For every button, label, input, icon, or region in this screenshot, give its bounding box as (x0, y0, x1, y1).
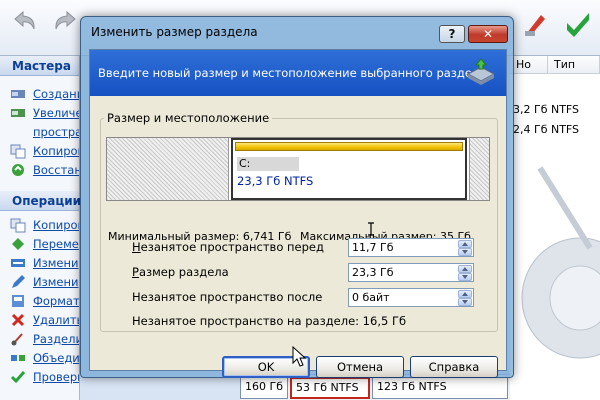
cancel-button[interactable]: Отмена (316, 356, 404, 378)
sidebar-item-label: Увеличе (33, 105, 79, 120)
disk-icon (10, 86, 26, 102)
partition-map: C: 23,3 Гб NTFS (106, 137, 490, 201)
drive-letter: C: (239, 157, 251, 170)
sidebar-item-label: простра (33, 124, 79, 139)
sidebar-item-label: Измени (33, 255, 79, 270)
format-icon (10, 293, 26, 309)
sidebar-item-op-move[interactable]: Переме (0, 234, 79, 253)
sidebar-item-label: Копиров (33, 217, 79, 232)
free-before-stepper[interactable]: 11,7 Гб (348, 238, 474, 257)
sidebar-item-op-split[interactable]: Раздели (0, 329, 79, 348)
partition-block[interactable]: C: 23,3 Гб NTFS (231, 138, 467, 200)
split-icon (10, 331, 26, 347)
list-header: Но Тип (510, 56, 600, 74)
cancel-label: Отмена (336, 360, 384, 374)
restore-icon (10, 162, 26, 178)
sidebar-item-label: Формат (33, 293, 79, 308)
spin-down-button[interactable] (458, 273, 472, 281)
sidebar-item-label: Копиров (33, 143, 79, 158)
free-after-value[interactable]: 0 байт (352, 291, 390, 304)
apply-icon[interactable] (558, 4, 598, 44)
undo-icon[interactable] (4, 4, 44, 44)
list-col-header[interactable]: Тип (548, 56, 600, 73)
usage-bar (235, 142, 463, 151)
partition-size-fs: 23,3 Гб NTFS (237, 174, 314, 188)
free-after-label: Незанятое пространство после (132, 290, 323, 304)
check-icon (10, 369, 26, 385)
sidebar-item-extend[interactable]: Увеличе (0, 103, 79, 122)
partition-size-label: Размер раздела (132, 265, 229, 279)
free-after-stepper[interactable]: 0 байт (348, 288, 474, 307)
unallocated-after (469, 138, 489, 200)
dialog-title: Изменить размер раздела (91, 25, 258, 39)
ok-label: OK (257, 360, 275, 374)
spin-down-button[interactable] (458, 248, 472, 256)
free-before-value[interactable]: 11,7 Гб (352, 241, 393, 254)
header-instruction: Введите новый размер и местоположение вы… (98, 66, 490, 80)
edit-icon (10, 274, 26, 290)
disk-cell-selected[interactable]: 53 Гб NTFS (290, 377, 370, 399)
merge-icon (10, 350, 26, 366)
sidebar-item-label: Восстан (33, 162, 79, 177)
list-item[interactable]: 3,2 Гб NTFS (510, 100, 600, 120)
sidebar-item-op-resize[interactable]: Измени (0, 253, 79, 272)
sidebar-section-operations-title: Операции (0, 191, 81, 211)
dialog-body: Введите новый размер и местоположение вы… (89, 49, 507, 378)
sidebar-item-label: Раздели (33, 331, 79, 346)
sidebar-item-label: Создани (33, 86, 79, 101)
sidebar-item-op-merge[interactable]: Объеди (0, 348, 79, 367)
sidebar-item-op-check[interactable]: Проверить (0, 367, 79, 386)
sidebar-item-extend-cont[interactable]: простра (0, 122, 79, 141)
disk-illustration (521, 166, 600, 359)
list-item-text: 3,2 Гб NTFS (513, 103, 580, 116)
dialog-header: Введите новый размер и местоположение вы… (90, 50, 506, 96)
sidebar-item-label: Объеди (33, 350, 79, 365)
disk-cell[interactable]: 160 Гб (240, 377, 288, 399)
sidebar-item-copy[interactable]: Копиров (0, 141, 79, 160)
spin-up-button[interactable] (458, 265, 472, 273)
sidebar-section-wizards-title: Мастера (0, 56, 79, 76)
close-button[interactable]: ✕ (468, 25, 508, 43)
disk-icon (10, 105, 26, 121)
sidebar-item-label: Измени (33, 274, 79, 289)
sidebar-item-label: Проверить (33, 369, 79, 384)
partition-size-stepper[interactable]: 23,3 Гб (348, 263, 474, 282)
sidebar-item-label: Удалить (33, 312, 79, 327)
list-col-header[interactable]: Но (510, 56, 548, 73)
cursor-icon (292, 346, 306, 367)
resize-disk-icon (466, 58, 496, 85)
partition-size-value[interactable]: 23,3 Гб (352, 266, 393, 279)
unallocated-before (107, 138, 229, 200)
title-help-button[interactable]: ? (439, 25, 465, 43)
partition-list: Но Тип 3,2 Гб NTFS 2,4 Гб NTFS (510, 56, 600, 400)
sidebar: Мастера Создани Увеличе простра Копиров … (0, 56, 81, 400)
sidebar-item-op-change[interactable]: Измени (0, 272, 79, 291)
copy-icon (10, 143, 26, 159)
group-legend: Размер и местоположение (104, 111, 273, 125)
sidebar-item-op-copy[interactable]: Копиров (0, 215, 79, 234)
disk-cell[interactable]: 123 Гб NTFS (372, 377, 508, 399)
copy-icon (10, 217, 26, 233)
sidebar-item-label: Переме (33, 236, 79, 251)
sidebar-item-create[interactable]: Создани (0, 84, 79, 103)
help-button[interactable]: Справка (410, 356, 498, 378)
sidebar-item-restore[interactable]: Восстан (0, 160, 79, 179)
resize-icon (10, 255, 26, 271)
spin-up-button[interactable] (458, 290, 472, 298)
spin-up-button[interactable] (458, 240, 472, 248)
delete-icon (10, 312, 26, 328)
help-label: Справка (428, 360, 480, 374)
sidebar-item-op-format[interactable]: Формат (0, 291, 79, 310)
text-cursor-icon (368, 222, 374, 236)
resize-partition-dialog: Изменить размер раздела ? ✕ Введите новы… (80, 16, 514, 378)
free-on-partition: Незанятое пространство на разделе: 16,5 … (132, 314, 407, 328)
sidebar-item-op-delete[interactable]: Удалить (0, 310, 79, 329)
spin-down-button[interactable] (458, 298, 472, 306)
move-icon (10, 236, 26, 252)
free-before-label: Незанятое пространство перед (132, 240, 324, 254)
wizard-icon[interactable] (516, 4, 556, 44)
